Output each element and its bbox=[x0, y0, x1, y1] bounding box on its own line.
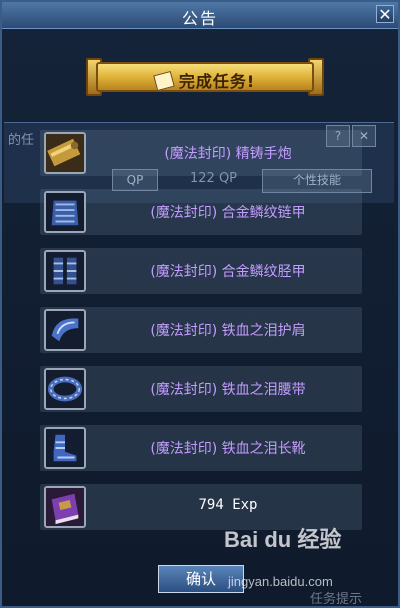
belt-icon bbox=[44, 368, 86, 410]
background-window-title: 的任 bbox=[8, 133, 35, 148]
shoulder-guard-icon bbox=[44, 309, 86, 351]
reward-label: (魔法封印) 合金鳞纹胫甲 bbox=[150, 264, 306, 280]
close-button[interactable]: ✕ bbox=[376, 5, 394, 24]
dialog-title: 公告 bbox=[181, 9, 218, 28]
boots-icon bbox=[44, 427, 86, 469]
reward-list: (魔法封印) 精铸手炮 (魔法封印) 合金鳞纹链甲 (魔法封印) 合金鳞纹胫甲 … bbox=[40, 130, 362, 543]
reward-label: (魔法封印) 铁血之泪长靴 bbox=[150, 441, 306, 457]
reward-label: (魔法封印) 铁血之泪腰带 bbox=[150, 382, 306, 398]
baidu-watermark: Bai du 经验 bbox=[224, 527, 342, 552]
reward-item[interactable]: (魔法封印) 铁血之泪护肩 bbox=[40, 307, 362, 353]
cannon-gauntlet-icon bbox=[44, 132, 86, 174]
reward-item[interactable]: (魔法封印) 铁血之泪长靴 bbox=[40, 425, 362, 471]
quest-complete-dialog: 公告 ✕ 的任 ? ✕ QP 122 QP 个性技能 完成任务! (魔法封印) … bbox=[0, 0, 400, 608]
banner-label: 完成任务! bbox=[178, 72, 256, 91]
quest-complete-banner: 完成任务! bbox=[86, 58, 324, 96]
greaves-icon bbox=[44, 250, 86, 292]
scroll-icon bbox=[153, 70, 175, 92]
reward-label: (魔法封印) 精铸手炮 bbox=[164, 146, 292, 162]
reward-item[interactable]: (魔法封印) 精铸手炮 bbox=[40, 130, 362, 176]
reward-label: (魔法封印) 铁血之泪护肩 bbox=[150, 323, 306, 339]
exp-book-icon bbox=[44, 486, 86, 528]
reward-item[interactable]: (魔法封印) 铁血之泪腰带 bbox=[40, 366, 362, 412]
dialog-titlebar: 公告 ✕ bbox=[2, 2, 398, 29]
footer-hint: 任务提示 bbox=[310, 592, 363, 607]
watermark-url: jingyan.baidu.com bbox=[228, 574, 333, 589]
reward-label: 794 Exp bbox=[198, 497, 258, 513]
chain-armor-icon bbox=[44, 191, 86, 233]
reward-item[interactable]: (魔法封印) 合金鳞纹链甲 bbox=[40, 189, 362, 235]
reward-label: (魔法封印) 合金鳞纹链甲 bbox=[150, 205, 306, 221]
reward-item[interactable]: (魔法封印) 合金鳞纹胫甲 bbox=[40, 248, 362, 294]
